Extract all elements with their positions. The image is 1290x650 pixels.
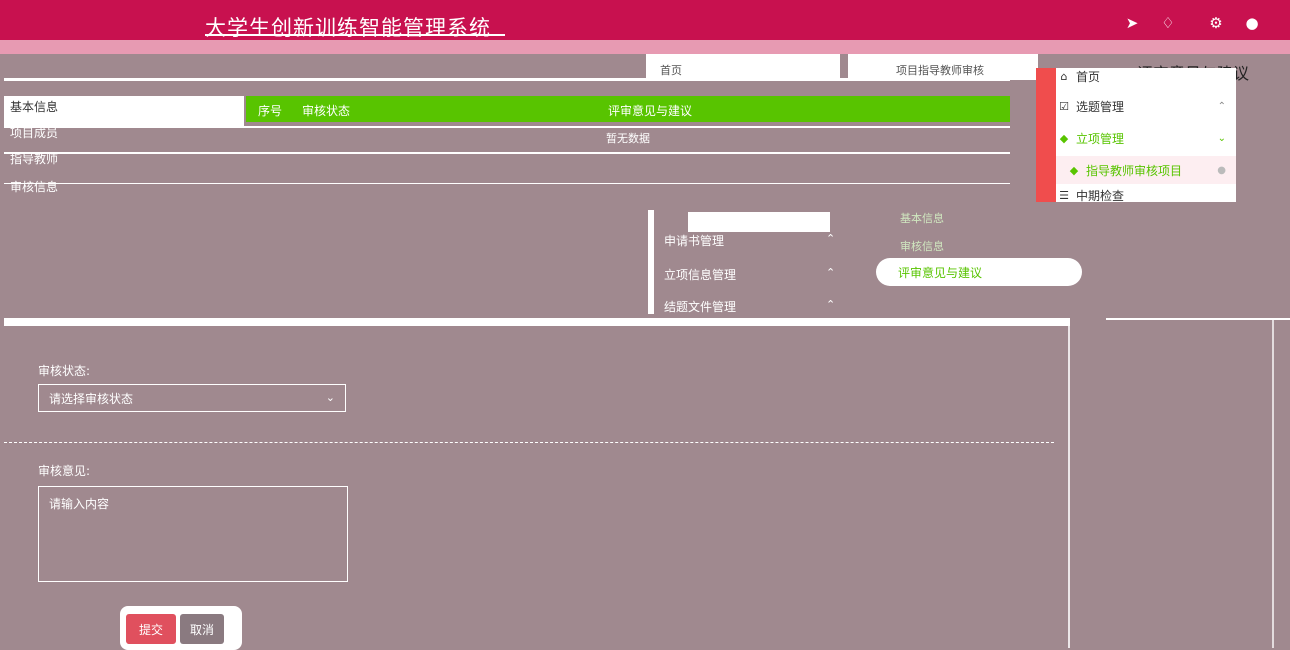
mid-divider <box>648 210 654 314</box>
sidebar-item-midterm[interactable]: ☰ 中期检查 <box>1056 188 1236 203</box>
form-top-border <box>4 318 1070 326</box>
gear-icon[interactable]: ⚙ <box>1206 13 1226 33</box>
divider <box>1106 318 1290 320</box>
divider <box>4 152 1010 154</box>
dot-icon: ● <box>1217 164 1226 176</box>
status-select-placeholder: 请选择审核状态 <box>49 391 134 406</box>
tab-opinion-active[interactable]: 评审意见与建议 <box>876 258 1082 286</box>
title-underline <box>205 34 505 36</box>
chevron-down-icon: ⌄ <box>1217 132 1226 144</box>
breadcrumb-home[interactable]: 首页 <box>660 62 682 78</box>
chevron-up-icon: ⌃ <box>826 232 836 245</box>
sidebar-item-topics[interactable]: ☑ 选题管理 ⌃ <box>1056 92 1236 120</box>
opinion-placeholder: 请输入内容 <box>49 497 110 511</box>
divider <box>4 78 1010 81</box>
sidebar-item-label: 指导教师审核项目 <box>1086 163 1183 178</box>
breadcrumb-path[interactable]: 项目指导教师审核 <box>896 62 984 78</box>
mid-item-project-info[interactable]: 立项信息管理 <box>664 266 736 283</box>
sidebar-item-label: 首页 <box>1076 69 1101 84</box>
middle-panel <box>4 204 1290 318</box>
section-label-review[interactable]: 审核信息 <box>10 178 58 195</box>
cube-icon: ◆ <box>1059 131 1069 145</box>
col-opinion: 评审意见与建议 <box>608 104 693 118</box>
send-icon[interactable]: ➤ <box>1122 13 1142 33</box>
section-label-teacher[interactable]: 指导教师 <box>10 150 58 167</box>
sidebar-item-label: 立项管理 <box>1076 131 1125 146</box>
divider <box>4 183 1010 184</box>
bell-icon[interactable]: ♢ <box>1158 13 1178 33</box>
section-label-members[interactable]: 项目成员 <box>10 124 58 141</box>
sidebar-item-label: 中期检查 <box>1076 188 1125 203</box>
chevron-up-icon: ⌃ <box>1217 100 1226 112</box>
mid-header-box <box>688 212 830 232</box>
chevron-up-icon: ⌃ <box>826 298 836 311</box>
cube-icon: ◆ <box>1069 163 1079 177</box>
divider <box>1272 320 1274 648</box>
chevron-up-icon: ⌃ <box>826 266 836 279</box>
cancel-button[interactable]: 取消 <box>180 614 224 644</box>
sidebar-item-home[interactable]: ⌂ 首页 <box>1056 62 1236 90</box>
user-icon[interactable]: ● <box>1242 13 1262 33</box>
bars-icon: ☰ <box>1059 188 1069 202</box>
opinion-textarea[interactable]: 请输入内容 <box>38 486 348 582</box>
chevron-down-icon: ⌄ <box>325 391 335 404</box>
col-index: 序号 <box>258 104 283 118</box>
mid-item-application[interactable]: 申请书管理 <box>664 232 724 249</box>
status-label: 审核状态: <box>38 364 91 378</box>
dashed-divider <box>4 442 1054 443</box>
top-header <box>0 0 1290 40</box>
tab-review[interactable]: 审核信息 <box>900 238 944 254</box>
section-label-basic[interactable]: 基本信息 <box>10 98 58 115</box>
submit-button[interactable]: 提交 <box>126 614 176 644</box>
divider <box>4 126 1010 128</box>
status-select[interactable]: 请选择审核状态 ⌄ <box>38 384 346 412</box>
mid-item-final-files[interactable]: 结题文件管理 <box>664 298 736 315</box>
home-icon: ⌂ <box>1060 69 1068 83</box>
app-title: 大学生创新训练智能管理系统 <box>205 16 491 40</box>
sidebar-item-projects[interactable]: ◆ 立项管理 ⌄ <box>1056 124 1236 152</box>
sidebar-item-teacher-review[interactable]: ◆ 指导教师审核项目 ● <box>1056 156 1236 184</box>
review-table-header: 序号 审核状态 评审意见与建议 <box>246 96 1010 122</box>
opinion-label: 审核意见: <box>38 464 91 478</box>
divider <box>1068 320 1070 648</box>
sidebar-item-label: 选题管理 <box>1076 99 1125 114</box>
header-shadow <box>0 40 1290 54</box>
table-empty-text: 暂无数据 <box>606 132 650 145</box>
col-status: 审核状态 <box>302 104 351 118</box>
checkbox-icon: ☑ <box>1059 99 1069 113</box>
tab-basic[interactable]: 基本信息 <box>900 210 944 226</box>
sidebar-accent <box>1036 68 1056 202</box>
